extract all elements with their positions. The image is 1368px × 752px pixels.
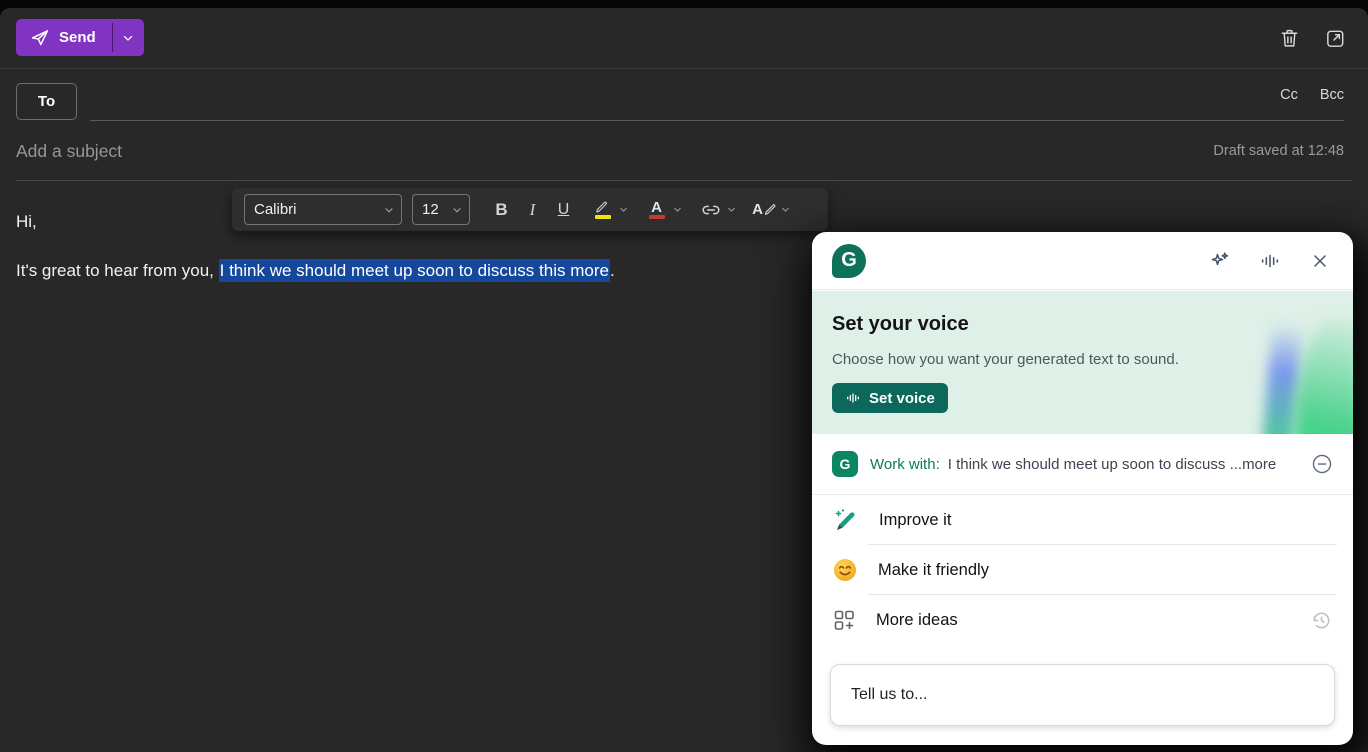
history-icon[interactable]	[1310, 609, 1333, 632]
cc-button[interactable]: Cc	[1280, 87, 1298, 103]
pen-icon	[764, 203, 777, 216]
grammarly-header: G	[812, 232, 1353, 290]
sentence-prefix: It's great to hear from you,	[16, 261, 219, 280]
subject-input[interactable]	[16, 136, 916, 166]
smiley-icon	[832, 557, 858, 583]
banner-subtitle: Choose how you want your generated text …	[832, 351, 1179, 368]
font-family-select[interactable]: Calibri	[244, 194, 402, 225]
grid-plus-icon	[832, 608, 856, 632]
styles-button[interactable]: A	[751, 194, 778, 225]
compose-window: Send	[0, 8, 1368, 752]
set-voice-label: Set voice	[869, 390, 935, 407]
sparkles-icon	[1208, 249, 1232, 273]
sentence-suffix: .	[610, 261, 615, 280]
greeting-text: Hi,	[16, 212, 37, 232]
trash-icon	[1278, 27, 1301, 50]
font-color-button[interactable]: A	[643, 194, 670, 225]
minus-circle-icon	[1311, 453, 1333, 475]
highlight-color-swatch	[595, 215, 611, 219]
banner-title: Set your voice	[832, 313, 969, 336]
font-family-value: Calibri	[254, 201, 297, 218]
chevron-down-icon	[383, 204, 395, 216]
close-icon	[1310, 251, 1330, 271]
work-with-row: G Work with: I think we should meet up s…	[812, 434, 1353, 494]
highlight-color-button[interactable]	[589, 194, 616, 225]
grammarly-logo: G	[832, 244, 866, 278]
font-color-letter: A	[651, 201, 662, 214]
send-icon	[29, 27, 50, 48]
pencil-sparkle-icon	[832, 507, 859, 534]
font-color-swatch	[649, 215, 665, 219]
send-options-dropdown[interactable]	[113, 19, 144, 56]
font-size-select[interactable]: 12	[412, 194, 470, 225]
highlighter-icon	[594, 200, 611, 214]
to-button[interactable]: To	[16, 83, 77, 120]
selected-text-icon: G	[832, 451, 858, 477]
send-label: Send	[59, 29, 96, 46]
send-split-button: Send	[16, 19, 144, 56]
action-make-it-friendly[interactable]: Make it friendly	[812, 545, 1353, 595]
compose-toolbar: Send	[0, 8, 1368, 68]
recipients-input[interactable]	[90, 69, 1344, 121]
waveform-icon	[845, 390, 861, 406]
open-in-new-window-button[interactable]	[1322, 25, 1348, 51]
subject-divider	[16, 180, 1352, 181]
discard-draft-button[interactable]	[1276, 25, 1302, 51]
underline-button[interactable]: U	[550, 194, 577, 225]
waveform-icon	[1259, 250, 1281, 272]
action-more-ideas[interactable]: More ideas	[812, 595, 1353, 645]
bcc-button[interactable]: Bcc	[1320, 87, 1344, 103]
subject-row: Draft saved at 12:48	[0, 122, 1368, 181]
recipients-row: To Cc Bcc	[0, 69, 1368, 122]
send-button[interactable]: Send	[16, 19, 112, 56]
font-size-value: 12	[422, 201, 439, 218]
chevron-down-icon	[451, 204, 463, 216]
styles-letter: A	[752, 203, 763, 216]
action-label: Improve it	[879, 511, 1333, 530]
work-with-text: I think we should meet up soon to discus…	[948, 456, 1301, 473]
popout-icon	[1324, 27, 1347, 50]
chevron-down-icon	[780, 204, 791, 215]
bold-button[interactable]: B	[488, 194, 515, 225]
chevron-down-icon	[618, 204, 629, 215]
work-with-label: Work with:	[870, 456, 940, 473]
generative-ai-button[interactable]	[1207, 248, 1233, 274]
chevron-down-icon	[726, 204, 737, 215]
body-sentence: It's great to hear from you, I think we …	[16, 261, 615, 281]
banner-gradient-decoration	[1295, 321, 1353, 434]
chevron-down-icon	[672, 204, 683, 215]
draft-status: Draft saved at 12:48	[1213, 143, 1344, 159]
action-improve-it[interactable]: Improve it	[812, 495, 1353, 545]
set-voice-button[interactable]: Set voice	[832, 383, 948, 413]
action-label: Make it friendly	[878, 561, 1333, 580]
link-icon	[700, 201, 722, 219]
format-toolbar: Calibri 12 B I U A	[232, 188, 828, 231]
selected-text[interactable]: I think we should meet up soon to discus…	[219, 259, 610, 282]
close-popup-button[interactable]	[1307, 248, 1333, 274]
prompt-box	[830, 664, 1335, 726]
grammarly-popup: G	[812, 232, 1353, 745]
voice-settings-button[interactable]	[1257, 248, 1283, 274]
italic-button[interactable]: I	[519, 194, 546, 225]
insert-link-button[interactable]	[697, 194, 724, 225]
collapse-button[interactable]	[1311, 453, 1333, 475]
set-voice-banner: Set your voice Choose how you want your …	[812, 291, 1353, 434]
action-label: More ideas	[876, 611, 1290, 630]
prompt-input[interactable]	[831, 665, 1334, 725]
more-link[interactable]: ...more	[1230, 456, 1277, 473]
